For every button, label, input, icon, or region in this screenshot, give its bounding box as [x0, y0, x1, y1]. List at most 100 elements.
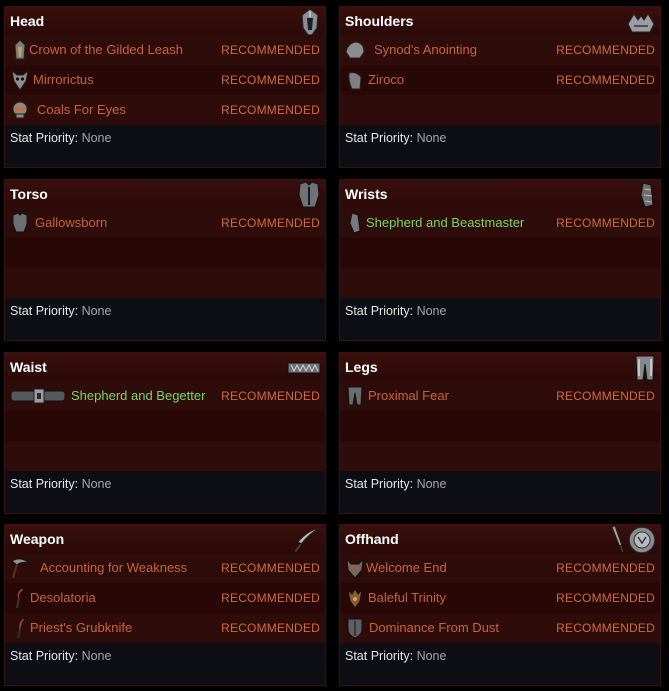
recommended-label: RECOMMENDED	[556, 591, 655, 605]
stat-priority: Stat Priority: None	[345, 304, 446, 318]
recommended-label: RECOMMENDED	[221, 621, 320, 635]
stat-priority: Stat Priority: None	[10, 477, 111, 491]
recommended-label: RECOMMENDED	[556, 621, 655, 635]
chest-armor-icon	[297, 181, 321, 209]
knife-icon	[8, 616, 32, 640]
list-item[interactable]: Dominance From Dust RECOMMENDED	[340, 613, 660, 643]
belt-icon	[9, 384, 67, 408]
item-name[interactable]: Synod's Anointing	[374, 42, 477, 57]
stat-priority: Stat Priority: None	[345, 477, 446, 491]
item-name[interactable]: Coals For Eyes	[37, 102, 126, 117]
empty-row	[340, 238, 660, 268]
demon-mask-icon	[343, 556, 367, 580]
item-name[interactable]: Accounting for Weakness	[40, 560, 187, 575]
list-item[interactable]: Crown of the Gilded Leash RECOMMENDED	[5, 35, 325, 65]
item-name[interactable]: Shepherd and Beastmaster	[366, 215, 524, 230]
list-item[interactable]: Synod's Anointing RECOMMENDED	[340, 35, 660, 65]
belt-icon	[287, 354, 321, 382]
stat-priority-value: None	[81, 649, 112, 663]
panel-torso-slot: Torso Gallowsborn RECOMMENDED Stat Prior…	[4, 179, 326, 341]
panel-legs-slot: Legs Proximal Fear RECOMMENDED Stat Prio…	[339, 352, 661, 514]
panel-waist-slot: Waist Shepherd and Begetter RECOMMENDED …	[4, 352, 326, 514]
stat-priority-label: Stat Priority:	[345, 304, 414, 318]
stat-priority-value: None	[416, 649, 447, 663]
shield-icon	[343, 616, 367, 640]
panel-wrists-slot: Wrists Shepherd and Beastmaster RECOMMEN…	[339, 179, 661, 341]
panel-title: Wrists	[345, 186, 388, 202]
recommended-label: RECOMMENDED	[221, 561, 320, 575]
panel-weapon-slot: Weapon Accounting for Weakness RECOMMEND…	[4, 524, 326, 686]
recommended-label: RECOMMENDED	[556, 43, 655, 57]
list-item[interactable]: Proximal Fear RECOMMENDED	[340, 381, 660, 411]
list-item[interactable]: Welcome End RECOMMENDED	[340, 553, 660, 583]
item-name[interactable]: Mirrorictus	[33, 72, 94, 87]
panel-header: Torso	[5, 180, 325, 208]
stat-priority: Stat Priority: None	[10, 131, 111, 145]
panel-header: Head	[5, 7, 325, 36]
idol-icon	[343, 586, 367, 610]
stat-priority-value: None	[81, 131, 112, 145]
mask-icon	[8, 68, 32, 92]
empty-row	[5, 441, 325, 471]
item-name[interactable]: Priest's Grubknife	[30, 620, 132, 635]
stat-priority-label: Stat Priority:	[345, 131, 414, 145]
item-name[interactable]: Baleful Trinity	[368, 590, 446, 605]
panel-title: Torso	[10, 186, 48, 202]
panel-header: Legs	[340, 353, 660, 381]
item-name[interactable]: Shepherd and Begetter	[71, 388, 205, 403]
recommended-label: RECOMMENDED	[221, 389, 320, 403]
stat-priority-value: None	[416, 131, 447, 145]
panel-header: Shoulders	[340, 7, 660, 35]
panel-title: Head	[10, 13, 45, 29]
list-item[interactable]: Gallowsborn RECOMMENDED	[5, 208, 325, 238]
stat-priority: Stat Priority: None	[345, 649, 446, 663]
panel-title: Shoulders	[345, 13, 414, 29]
empty-row	[5, 238, 325, 268]
panel-header: Weapon	[5, 525, 325, 554]
panel-title: Waist	[10, 359, 47, 375]
list-item[interactable]: Desolatoria RECOMMENDED	[5, 583, 325, 613]
list-item[interactable]: Mirrorictus RECOMMENDED	[5, 65, 325, 95]
bracers-icon	[638, 181, 656, 209]
bracer-icon	[343, 211, 367, 235]
stat-priority-value: None	[416, 304, 447, 318]
recommended-label: RECOMMENDED	[556, 561, 655, 575]
recommended-label: RECOMMENDED	[556, 216, 655, 230]
stat-priority-label: Stat Priority:	[10, 131, 79, 145]
list-item[interactable]: Shepherd and Begetter RECOMMENDED	[5, 381, 325, 411]
recommended-label: RECOMMENDED	[221, 73, 320, 87]
item-name[interactable]: Crown of the Gilded Leash	[29, 42, 183, 57]
recommended-label: RECOMMENDED	[556, 389, 655, 403]
pauldron-icon	[343, 68, 367, 92]
recommended-label: RECOMMENDED	[556, 73, 655, 87]
dagger-icon	[291, 526, 321, 554]
item-name[interactable]: Ziroco	[368, 72, 404, 87]
recommended-label: RECOMMENDED	[221, 591, 320, 605]
shoulders-icon	[626, 8, 656, 36]
list-item[interactable]: Baleful Trinity RECOMMENDED	[340, 583, 660, 613]
list-item[interactable]: Priest's Grubknife RECOMMENDED	[5, 613, 325, 643]
greaves-icon	[343, 384, 367, 408]
panel-offhand-slot: Offhand Welcome End RECOMMENDED Baleful …	[339, 524, 661, 686]
panel-header: Offhand	[340, 525, 660, 554]
empty-row	[5, 411, 325, 441]
list-item[interactable]: Shepherd and Beastmaster RECOMMENDED	[340, 208, 660, 238]
list-item[interactable]: Coals For Eyes RECOMMENDED	[5, 95, 325, 125]
list-item[interactable]: Accounting for Weakness RECOMMENDED	[5, 553, 325, 583]
stat-priority-label: Stat Priority:	[10, 477, 79, 491]
stat-priority-label: Stat Priority:	[345, 477, 414, 491]
panel-title: Weapon	[10, 531, 65, 547]
helmet-icon	[299, 8, 321, 36]
stat-priority-value: None	[416, 477, 447, 491]
panel-header: Wrists	[340, 180, 660, 208]
item-name[interactable]: Welcome End	[366, 560, 447, 575]
item-name[interactable]: Proximal Fear	[368, 388, 449, 403]
stat-priority-value: None	[81, 304, 112, 318]
scythe-icon	[8, 556, 32, 580]
item-name[interactable]: Dominance From Dust	[369, 620, 499, 635]
item-name[interactable]: Gallowsborn	[35, 215, 107, 230]
chest-armor-icon	[8, 211, 32, 235]
stat-priority: Stat Priority: None	[345, 131, 446, 145]
item-name[interactable]: Desolatoria	[30, 590, 96, 605]
list-item[interactable]: Ziroco RECOMMENDED	[340, 65, 660, 95]
